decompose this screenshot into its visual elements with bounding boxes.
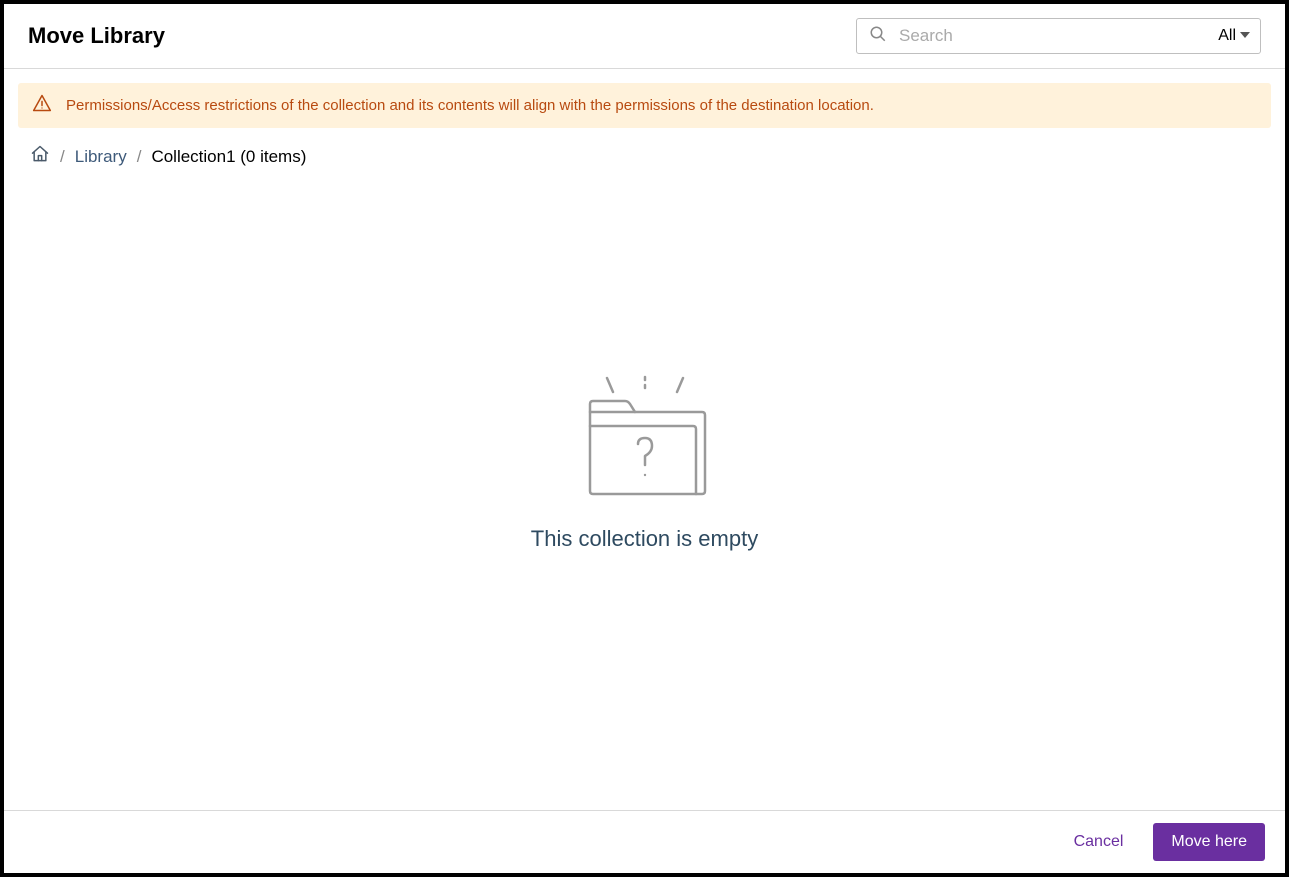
breadcrumb-separator: / [60,147,65,167]
warning-banner: Permissions/Access restrictions of the c… [18,83,1271,128]
modal-header: Move Library All [4,4,1285,69]
breadcrumb-separator: / [137,147,142,167]
empty-message: This collection is empty [531,526,758,552]
cancel-button[interactable]: Cancel [1062,825,1136,859]
search-icon [869,25,887,48]
breadcrumb: / Library / Collection1 (0 items) [4,138,1285,179]
modal-title: Move Library [28,23,165,49]
search-filter-dropdown[interactable]: All [1218,27,1250,45]
warning-text: Permissions/Access restrictions of the c… [66,97,874,114]
search-input[interactable] [899,26,1218,46]
home-icon[interactable] [30,144,50,169]
search-filter-label: All [1218,27,1236,45]
move-library-modal: Move Library All Permissions/Access rest… [4,4,1285,873]
caret-down-icon [1240,27,1250,45]
content-area: This collection is empty [4,179,1285,810]
move-here-button[interactable]: Move here [1153,823,1265,861]
modal-footer: Cancel Move here [4,810,1285,873]
search-bar[interactable]: All [856,18,1261,54]
empty-folder-icon [580,374,710,504]
breadcrumb-current: Collection1 (0 items) [151,147,306,167]
breadcrumb-library-link[interactable]: Library [75,147,127,167]
warning-icon [32,93,52,118]
